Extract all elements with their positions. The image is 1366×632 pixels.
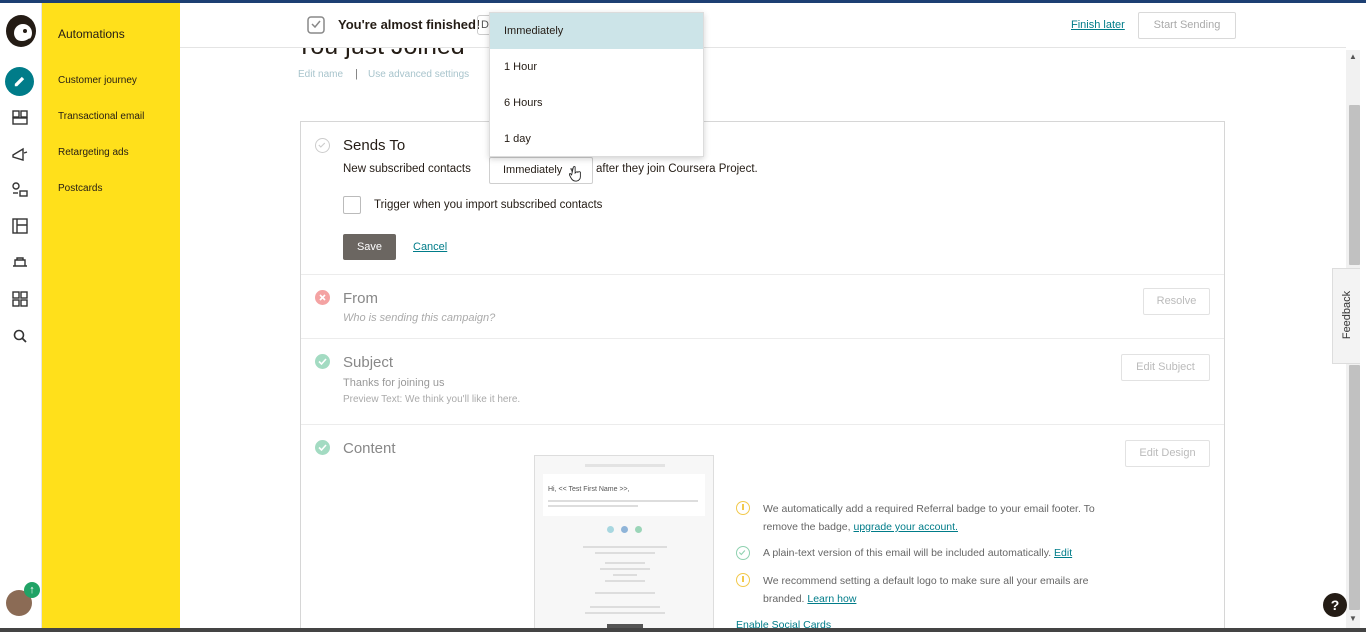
preview-line <box>585 464 665 467</box>
trigger-import-checkbox[interactable] <box>343 196 361 214</box>
preview-block: Hi, << Test First Name >>, <box>543 474 705 516</box>
from-subtitle: Who is sending this campaign? <box>343 312 496 324</box>
preview-line <box>548 500 698 502</box>
preview-dot <box>607 526 614 533</box>
check-circle-icon <box>315 354 330 369</box>
learn-how-link[interactable]: Learn how <box>807 593 856 605</box>
sends-to-section: Sends To New subscribed contacts Immedia… <box>301 122 1224 275</box>
bottom-bar <box>0 628 1366 632</box>
option-immediately[interactable]: Immediately <box>490 13 703 49</box>
preview-greeting: Hi, << Test First Name >>, <box>548 486 630 493</box>
warning-icon <box>736 501 750 515</box>
finish-later-link[interactable]: Finish later <box>1071 19 1125 31</box>
sidebar-item-customer-journey[interactable]: Customer journey <box>58 75 137 86</box>
pencil-icon[interactable] <box>5 67 34 96</box>
preview-line <box>590 606 660 608</box>
warning-icon <box>736 573 750 587</box>
error-icon <box>315 290 330 305</box>
main-area: You just Joined Edit name | Use advanced… <box>180 3 1346 632</box>
from-title: From <box>343 290 378 307</box>
subject-line: Thanks for joining us <box>343 377 445 389</box>
scroll-up-icon[interactable]: ▲ <box>1349 52 1357 61</box>
check-circle-icon <box>315 440 330 455</box>
advanced-settings-link[interactable]: Use advanced settings <box>368 69 469 80</box>
status-text: You're almost finished! <box>338 17 481 32</box>
scroll-down-icon[interactable]: ▼ <box>1349 614 1357 623</box>
save-button[interactable]: Save <box>343 234 396 260</box>
separator: | <box>355 68 358 80</box>
sends-to-suffix: after they join Coursera Project. <box>596 163 758 175</box>
from-section: From Who is sending this campaign? Resol… <box>301 275 1224 339</box>
preview-line <box>548 505 638 507</box>
hand-cursor-icon <box>569 166 581 182</box>
trigger-import-label: Trigger when you import subscribed conta… <box>374 199 603 211</box>
option-6-hours[interactable]: 6 Hours <box>490 85 703 121</box>
templates-icon[interactable] <box>9 215 31 237</box>
content-title: Content <box>343 440 396 457</box>
feedback-label: Feedback <box>1341 290 1353 340</box>
integrations-icon[interactable] <box>9 252 31 274</box>
workflow-card: Sends To New subscribed contacts Immedia… <box>300 121 1225 632</box>
sidebar-item-transactional-email[interactable]: Transactional email <box>58 111 144 122</box>
scrollbar-thumb[interactable] <box>1349 105 1360 265</box>
icon-rail <box>0 3 42 632</box>
search-icon[interactable] <box>9 325 31 347</box>
upgrade-account-link[interactable]: upgrade your account. <box>853 521 958 533</box>
preview-dot <box>621 526 628 533</box>
timing-select-value: Immediately <box>503 164 563 176</box>
megaphone-icon[interactable] <box>9 143 31 165</box>
sends-to-status-icon <box>315 138 330 153</box>
preview-text: Preview Text: We think you'll like it he… <box>343 394 521 405</box>
mailchimp-logo[interactable] <box>4 13 38 49</box>
referral-note: We automatically add a required Referral… <box>763 500 1103 536</box>
timing-dropdown-menu: Immediately 1 Hour 6 Hours 1 day <box>489 12 704 157</box>
edit-design-button[interactable]: Edit Design <box>1125 440 1210 467</box>
check-icon <box>736 546 750 560</box>
preview-line <box>605 562 645 564</box>
automations-sidebar: Automations Customer journey Transaction… <box>42 3 180 632</box>
edit-name-link[interactable]: Edit name <box>298 69 343 80</box>
email-preview-thumbnail[interactable]: Hi, << Test First Name >>, <box>534 455 714 632</box>
help-button[interactable]: ? <box>1323 593 1347 617</box>
header-bar: You're almost finished! D Finish later S… <box>180 3 1346 48</box>
audience-icon[interactable] <box>9 179 31 201</box>
preview-line <box>613 574 637 576</box>
logo-note: We recommend setting a default logo to m… <box>763 572 1098 608</box>
feedback-tab[interactable]: Feedback <box>1332 268 1360 364</box>
option-1-hour[interactable]: 1 Hour <box>490 49 703 85</box>
subject-title: Subject <box>343 354 394 371</box>
campaigns-icon[interactable] <box>9 106 31 128</box>
option-1-day[interactable]: 1 day <box>490 121 703 157</box>
sidebar-item-retargeting-ads[interactable]: Retargeting ads <box>58 147 129 158</box>
start-sending-button[interactable]: Start Sending <box>1138 12 1236 39</box>
avatar-badge: ↑ <box>24 582 40 598</box>
grid-icon[interactable] <box>9 288 31 310</box>
sidebar-title: Automations <box>58 27 125 41</box>
preview-line <box>595 552 655 554</box>
preview-line <box>605 580 645 582</box>
sends-to-prefix: New subscribed contacts <box>343 163 471 175</box>
edit-plaintext-link[interactable]: Edit <box>1054 547 1072 559</box>
preview-line <box>595 592 655 594</box>
plaintext-note: A plain-text version of this email will … <box>763 544 1103 562</box>
preview-line <box>600 568 650 570</box>
subject-section: Subject Thanks for joining us Preview Te… <box>301 339 1224 425</box>
timing-select[interactable]: Immediately ▾ <box>489 157 593 184</box>
edit-subject-button[interactable]: Edit Subject <box>1121 354 1210 381</box>
preview-line <box>585 612 665 614</box>
preview-dot <box>635 526 642 533</box>
sidebar-item-postcards[interactable]: Postcards <box>58 183 102 194</box>
sends-to-title: Sends To <box>343 137 406 154</box>
checklist-icon <box>305 14 327 36</box>
plaintext-note-text: A plain-text version of this email will … <box>763 547 1055 559</box>
preview-line <box>583 546 667 548</box>
cancel-link[interactable]: Cancel <box>413 241 447 253</box>
scrollbar-thumb[interactable] <box>1349 365 1360 610</box>
resolve-button[interactable]: Resolve <box>1143 288 1210 315</box>
